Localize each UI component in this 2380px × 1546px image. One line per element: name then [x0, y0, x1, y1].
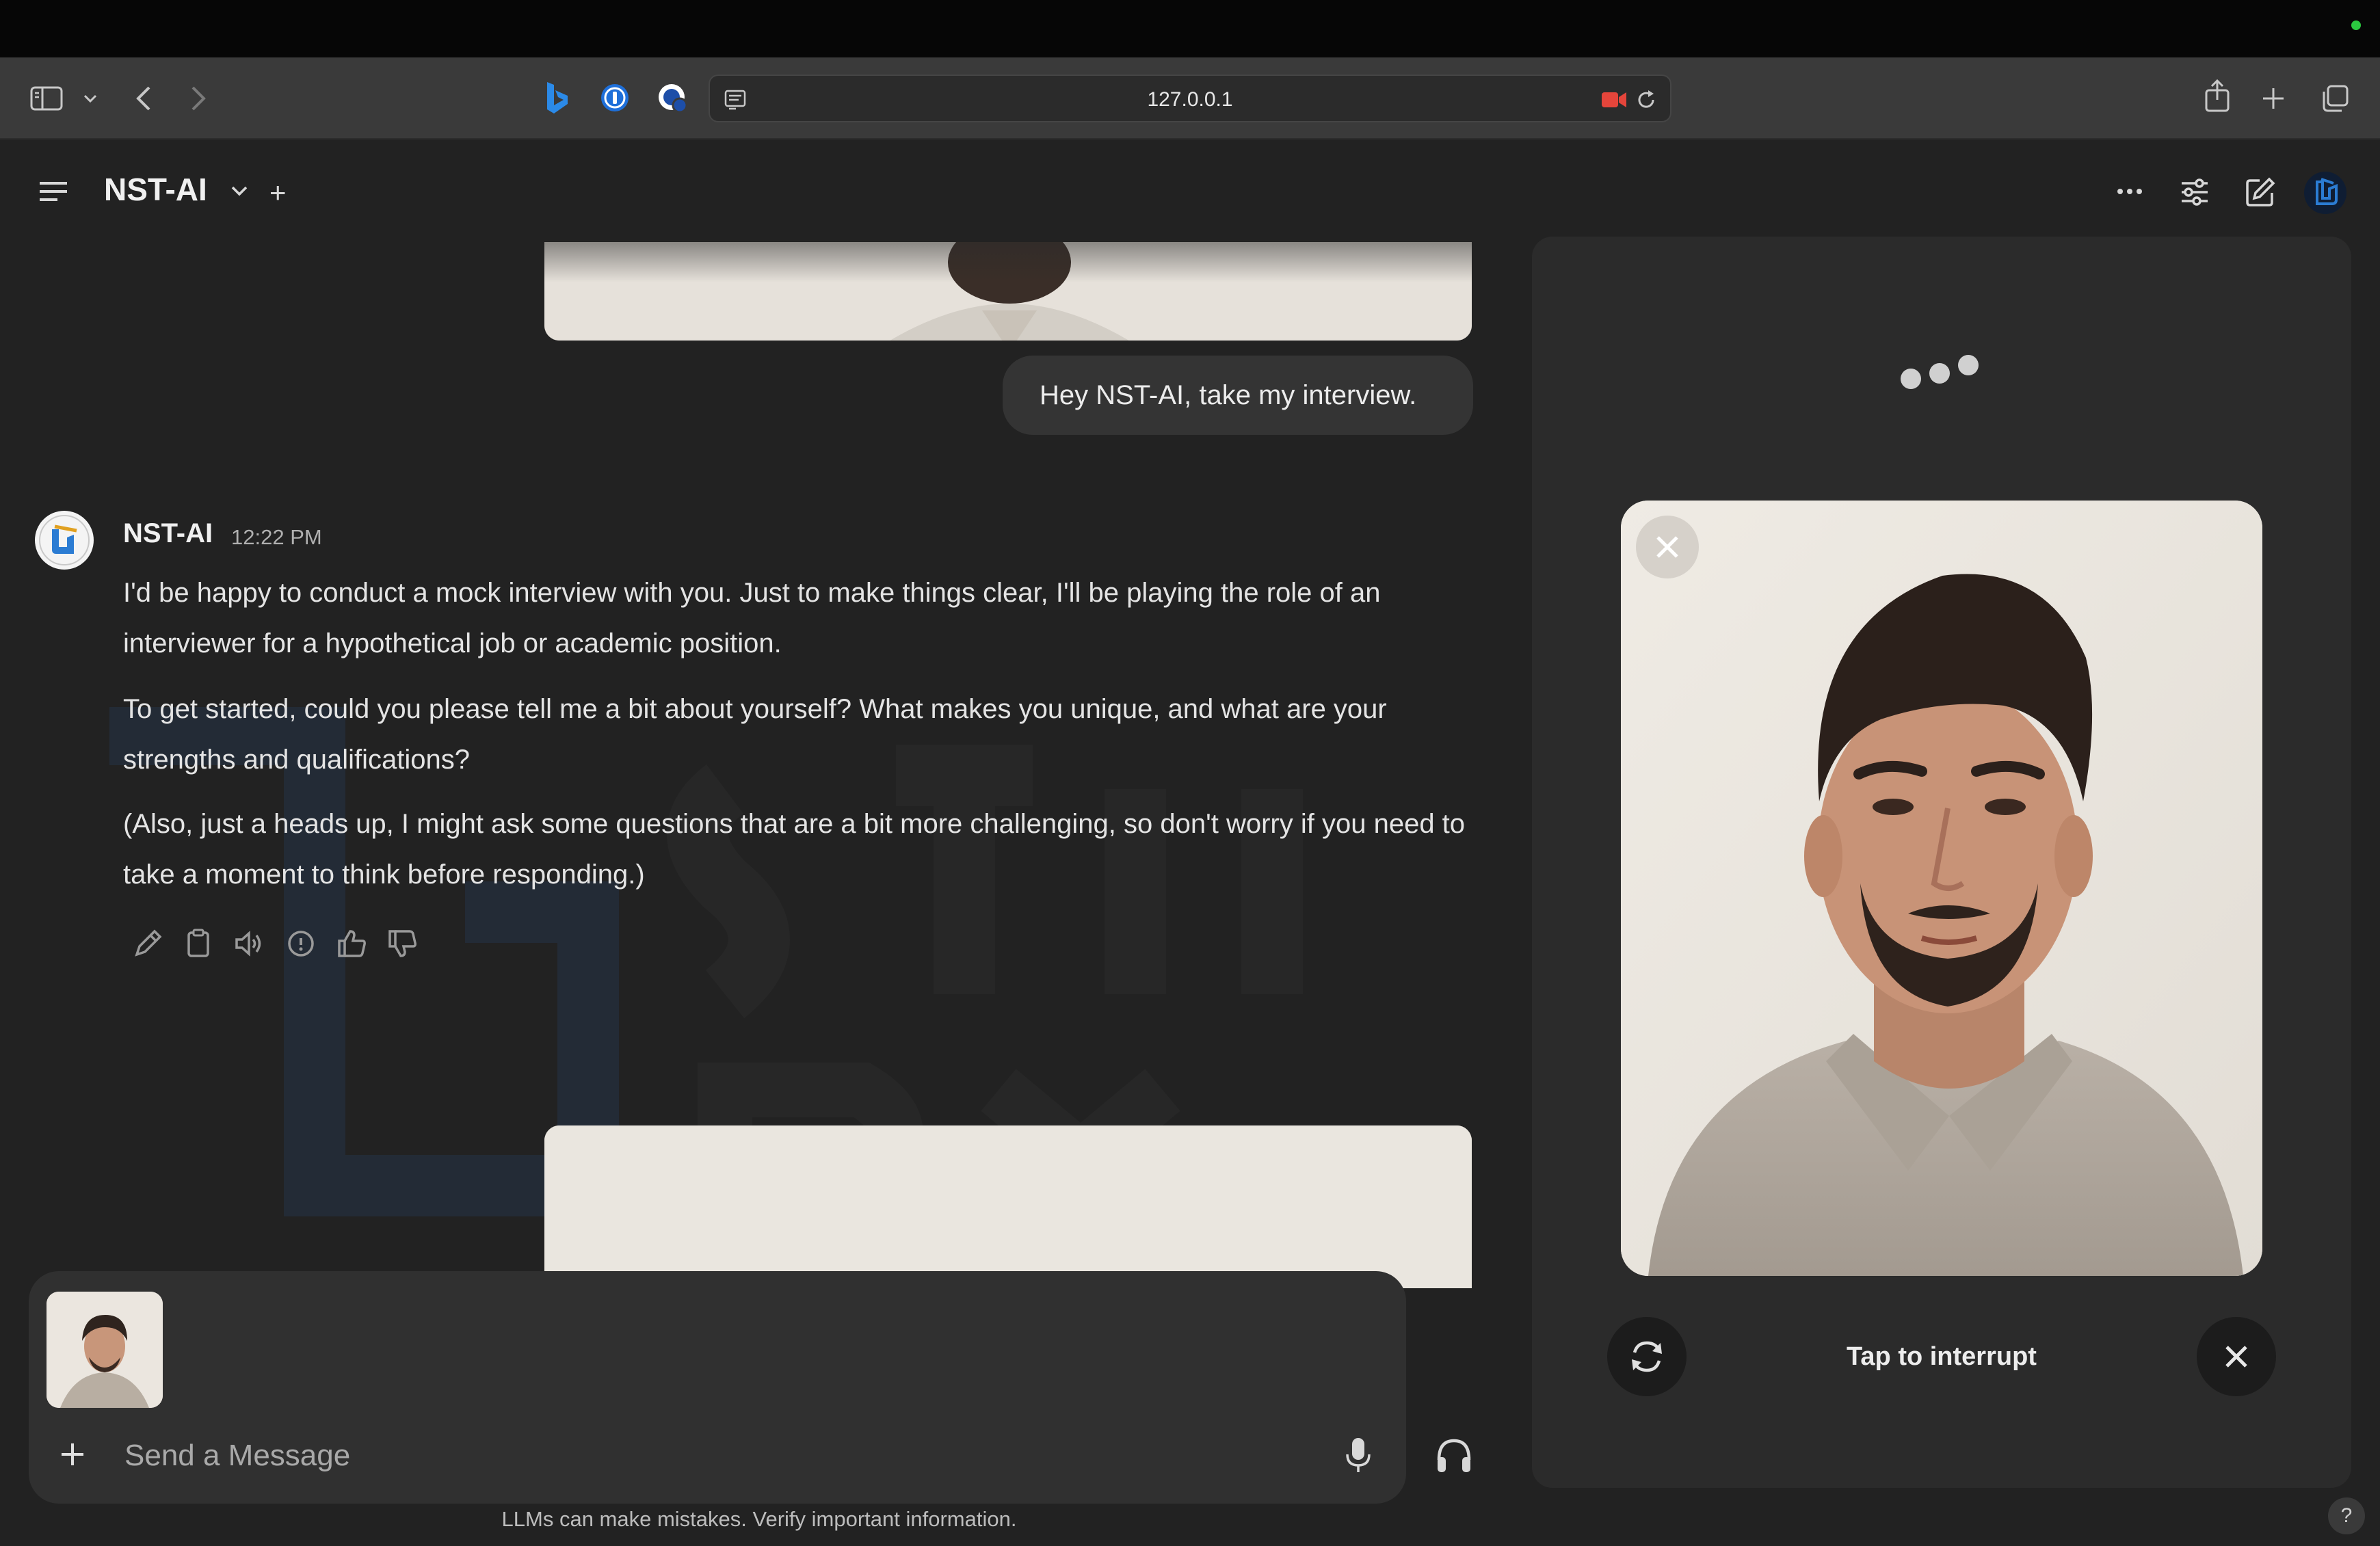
help-button[interactable]: ?: [2328, 1497, 2365, 1534]
menu-icon[interactable]: [37, 178, 70, 205]
privacy-extension-icon[interactable]: [657, 82, 689, 115]
settings-sliders-icon[interactable]: [2179, 176, 2210, 208]
assistant-avatar: [34, 510, 94, 570]
model-chevron-down-icon[interactable]: [230, 185, 249, 198]
disclaimer-text: LLMs can make mistakes. Verify important…: [501, 1507, 1017, 1531]
tab-overview-icon[interactable]: [2320, 83, 2350, 114]
share-icon[interactable]: [2204, 78, 2231, 114]
user-avatar[interactable]: [2303, 171, 2347, 215]
assistant-paragraph-1: I'd be happy to conduct a mock interview…: [123, 578, 1381, 658]
close-camera-button[interactable]: [1636, 516, 1699, 578]
chat-messages: Hey NST-AI, take my interview. NST-AI 12…: [0, 242, 1511, 1288]
back-icon[interactable]: [134, 85, 153, 112]
browser-toolbar: 127.0.0.1: [0, 57, 2380, 139]
camera-preview: [1621, 501, 2262, 1276]
copy-icon[interactable]: [181, 926, 216, 961]
more-options-icon[interactable]: [2116, 187, 2143, 196]
address-bar[interactable]: 127.0.0.1: [709, 75, 1671, 122]
thumbs-down-icon[interactable]: [384, 926, 420, 961]
password-extension-icon[interactable]: [599, 82, 631, 114]
sidebar-toggle-icon[interactable]: [30, 85, 63, 112]
user-message-bubble: Hey NST-AI, take my interview.: [1003, 356, 1473, 435]
edit-icon[interactable]: [130, 926, 166, 961]
new-tab-icon[interactable]: [2261, 86, 2286, 111]
reload-icon[interactable]: [1635, 88, 1658, 111]
status-indicator-dot: [2351, 21, 2361, 30]
add-attachment-icon[interactable]: [59, 1441, 86, 1468]
add-model-button[interactable]: +: [269, 176, 287, 209]
info-icon[interactable]: [283, 926, 319, 961]
forward-icon[interactable]: [189, 85, 208, 112]
system-menubar: [0, 0, 2380, 57]
read-aloud-icon[interactable]: [231, 926, 267, 961]
message-timestamp: 12:22 PM: [231, 525, 322, 549]
url-text[interactable]: 127.0.0.1: [710, 76, 1670, 124]
new-chat-edit-icon[interactable]: [2245, 176, 2276, 208]
microphone-icon[interactable]: [1343, 1435, 1373, 1476]
message-input[interactable]: [123, 1428, 1286, 1483]
message-composer: [29, 1271, 1406, 1504]
chevron-down-icon[interactable]: [82, 93, 98, 104]
attached-image-thumbnail[interactable]: [47, 1292, 163, 1408]
bing-extension-icon[interactable]: [543, 81, 570, 115]
camera-recording-icon[interactable]: [1600, 90, 1628, 110]
end-call-button[interactable]: [2197, 1317, 2276, 1396]
chat-app: NST-AI + Hey NST-AI, take my interview. …: [0, 139, 2380, 1546]
app-header: NST-AI +: [0, 139, 2380, 242]
shared-image-bottom[interactable]: [544, 1125, 1472, 1288]
assistant-paragraph-3: (Also, just a heads up, I might ask some…: [123, 809, 1466, 890]
assistant-paragraph-2: To get started, could you please tell me…: [123, 694, 1387, 775]
speaking-indicator-icon: [1897, 346, 1986, 394]
voice-call-headphones-icon[interactable]: [1433, 1435, 1475, 1476]
shared-image-top[interactable]: [544, 242, 1472, 341]
voice-call-panel: Tap to interrupt: [1532, 237, 2351, 1488]
thumbs-up-icon[interactable]: [334, 926, 369, 961]
model-selector[interactable]: NST-AI: [104, 171, 207, 208]
assistant-name: NST-AI: [123, 518, 213, 548]
